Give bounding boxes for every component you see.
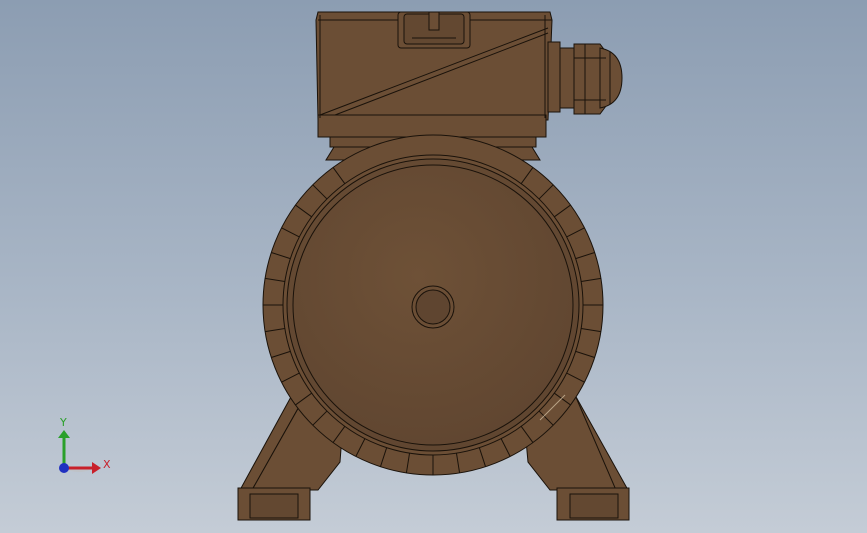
z-axis-dot [59,463,69,473]
shaft [411,285,455,329]
x-axis-label: X [103,458,111,471]
lid-notch [397,11,471,49]
x-axis-head [92,462,101,474]
orientation-triad[interactable]: Y X [58,416,111,474]
cad-viewport[interactable]: Y X [0,0,867,533]
motor-model[interactable] [237,11,630,521]
y-axis-head [58,430,70,438]
y-axis-label: Y [59,416,67,429]
cable-gland [547,41,623,115]
